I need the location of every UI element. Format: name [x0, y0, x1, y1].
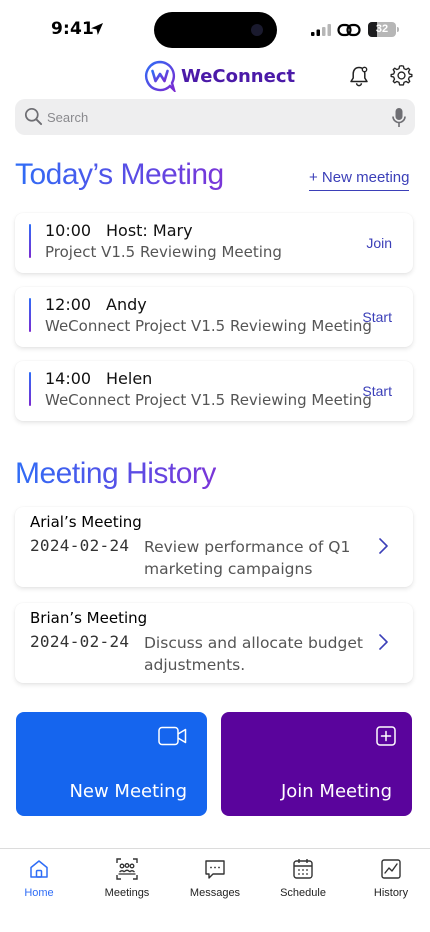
home-icon: [30, 860, 48, 878]
meeting-description: WeConnect Project V1.5 Reviewing Meeting: [45, 317, 372, 335]
start-button[interactable]: Start: [362, 309, 392, 325]
location-arrow-icon: [91, 23, 103, 35]
history-meeting-title: Brian’s Meeting: [30, 609, 148, 627]
meeting-accent-bar: [29, 372, 31, 406]
status-time: 9:41: [51, 19, 95, 39]
microphone-icon[interactable]: [392, 107, 406, 128]
todays-meeting-title: Today’s Meeting: [15, 158, 224, 191]
status-bar: 9:41 32: [0, 0, 430, 58]
meeting-accent-bar: [29, 224, 31, 258]
tab-label: History: [373, 887, 409, 899]
personal-hotspot-icon: [337, 23, 361, 37]
camera-icon: [251, 24, 263, 36]
cellular-signal-icon: [311, 24, 331, 36]
app-name: WeConnect: [181, 65, 296, 87]
weconnect-logo-icon: [145, 60, 176, 92]
video-camera-icon: [158, 726, 187, 746]
tab-meetings[interactable]: Meetings: [92, 857, 162, 899]
join-meeting-label: Join Meeting: [280, 781, 392, 802]
schedule-icon: [293, 859, 313, 879]
meeting-host: Host: Mary: [106, 221, 193, 240]
dynamic-island: [154, 12, 277, 48]
tab-history[interactable]: History: [356, 857, 426, 899]
join-button[interactable]: Join: [366, 235, 392, 251]
new-meeting-link[interactable]: + New meeting: [309, 169, 410, 191]
start-button[interactable]: Start: [362, 383, 392, 399]
tab-messages[interactable]: Messages: [180, 857, 250, 899]
meeting-card[interactable]: 12:00 Andy WeConnect Project V1.5 Review…: [15, 287, 413, 347]
search-input[interactable]: [47, 99, 377, 135]
meeting-description: WeConnect Project V1.5 Reviewing Meeting: [45, 391, 372, 409]
meeting-time: 14:00: [45, 369, 92, 388]
battery-percent: 32: [375, 23, 389, 35]
battery-indicator: 32: [368, 22, 396, 37]
history-card[interactable]: Brian’s Meeting 2024-02-24 Discuss and a…: [15, 603, 413, 683]
history-icon: [381, 859, 401, 879]
history-meeting-date: 2024-02-24: [30, 536, 130, 555]
app-header: WeConnect: [0, 58, 430, 98]
bottom-tab-bar: Home Meetings Messages Schedule History: [0, 848, 430, 932]
settings-gear-icon[interactable]: [390, 64, 413, 87]
meeting-accent-bar: [29, 298, 31, 332]
meeting-time: 12:00: [45, 295, 92, 314]
meeting-card[interactable]: 10:00 Host: Mary Project V1.5 Reviewing …: [15, 213, 413, 273]
plus-square-icon: [376, 726, 396, 746]
new-meeting-label: New Meeting: [69, 781, 187, 802]
messages-icon: [205, 860, 225, 879]
battery-tip: [397, 27, 399, 32]
tab-schedule[interactable]: Schedule: [268, 857, 338, 899]
tab-home[interactable]: Home: [4, 857, 74, 899]
meetings-icon: [116, 858, 138, 880]
meeting-history-title: Meeting History: [15, 457, 216, 490]
chevron-right-icon[interactable]: [377, 537, 389, 555]
meeting-host: Andy: [106, 295, 147, 314]
join-meeting-button[interactable]: Join Meeting: [221, 712, 412, 816]
search-icon: [24, 107, 43, 126]
tab-label: Meetings: [104, 887, 150, 899]
meeting-card[interactable]: 14:00 Helen WeConnect Project V1.5 Revie…: [15, 361, 413, 421]
meeting-description: Project V1.5 Reviewing Meeting: [45, 243, 282, 261]
meeting-time: 10:00: [45, 221, 92, 240]
new-meeting-button[interactable]: New Meeting: [16, 712, 207, 816]
history-meeting-date: 2024-02-24: [30, 632, 130, 651]
notification-bell-icon[interactable]: [348, 65, 370, 87]
tab-label: Home: [24, 887, 54, 899]
tab-label: Messages: [189, 887, 241, 899]
search-bar[interactable]: [15, 99, 415, 135]
chevron-right-icon[interactable]: [377, 633, 389, 651]
tab-label: Schedule: [280, 887, 326, 899]
history-meeting-description: Discuss and allocate budget adjustments.: [144, 634, 363, 674]
history-card[interactable]: Arial’s Meeting 2024-02-24 Review perfor…: [15, 507, 413, 587]
meeting-host: Helen: [106, 369, 153, 388]
app-logo: WeConnect: [144, 60, 295, 92]
history-meeting-title: Arial’s Meeting: [30, 513, 142, 531]
history-meeting-description: Review performance of Q1 marketing campa…: [144, 538, 351, 578]
